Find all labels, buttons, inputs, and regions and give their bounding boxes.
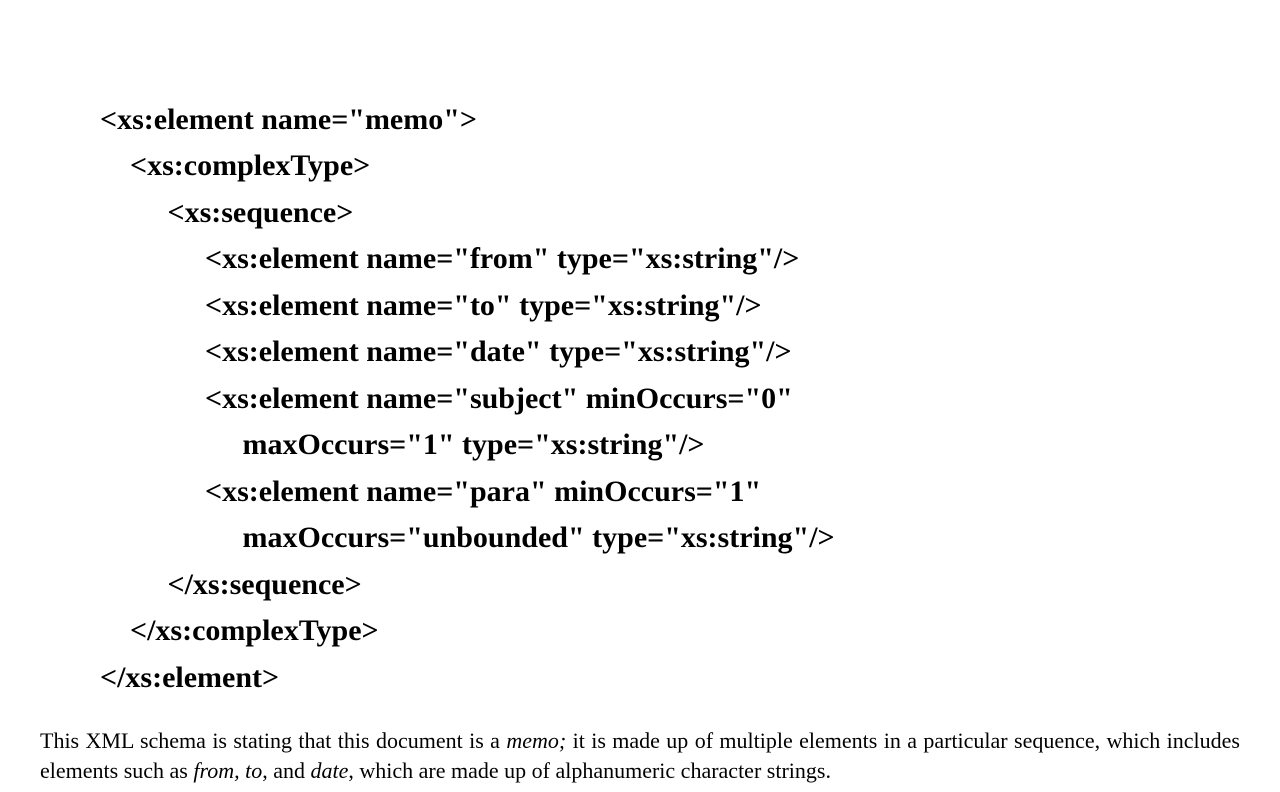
paragraph-italic-memo: memo; [506, 728, 566, 753]
code-line-11: </xs:sequence> [100, 568, 362, 601]
code-line-4: <xs:element name="from" type="xs:string"… [100, 242, 799, 275]
code-line-1: <xs:element name="memo"> [100, 103, 477, 136]
explanatory-paragraph: This XML schema is stating that this doc… [40, 726, 1240, 785]
paragraph-text-4: , which are made up of alphanumeric char… [348, 758, 831, 783]
paragraph-text-1: This XML schema is stating that this doc… [40, 728, 506, 753]
code-line-2: <xs:complexType> [100, 149, 370, 182]
code-line-13: </xs:element> [100, 661, 279, 694]
code-line-7: <xs:element name="subject" minOccurs="0" [100, 382, 793, 415]
paragraph-italic-date: date [310, 758, 348, 783]
code-line-9: <xs:element name="para" minOccurs="1" [100, 475, 761, 508]
code-line-5: <xs:element name="to" type="xs:string"/> [100, 289, 762, 322]
code-line-3: <xs:sequence> [100, 196, 353, 229]
code-line-10: maxOccurs="unbounded" type="xs:string"/> [100, 521, 835, 554]
code-line-8: maxOccurs="1" type="xs:string"/> [100, 428, 705, 461]
code-line-6: <xs:element name="date" type="xs:string"… [100, 335, 792, 368]
code-line-12: </xs:complexType> [100, 614, 379, 647]
paragraph-italic-from-to: from, to [193, 758, 262, 783]
xml-schema-code-block: <xs:element name="memo"> <xs:complexType… [100, 50, 1180, 701]
paragraph-text-3: , and [262, 758, 310, 783]
